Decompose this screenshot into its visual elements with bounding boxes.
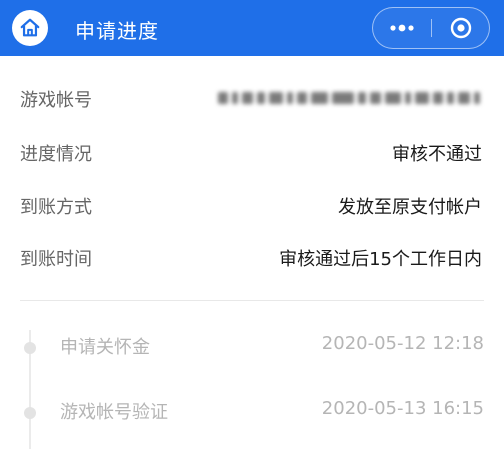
detail-value: 发放至原支付帐户 [338,197,482,218]
more-button[interactable] [373,8,431,48]
page-title: 申请进度 [75,19,159,43]
timeline-dot [24,342,36,354]
timeline-label: 游戏帐号验证 [60,402,168,423]
timeline-item: 游戏帐号验证 2020-05-13 16:15 [0,398,504,426]
detail-value: 审核不通过 [392,144,482,165]
detail-label: 游戏帐号 [20,90,92,111]
timeline-time: 2020-05-13 16:15 [321,398,484,419]
capsule-menu [372,7,490,49]
detail-label: 到账方式 [20,197,92,218]
close-button[interactable] [432,8,489,48]
blurred-account-value [218,90,480,106]
close-circle-icon [450,17,471,39]
top-bar: 申请进度 [0,0,504,56]
detail-label: 到账时间 [20,249,92,270]
detail-row-account: 游戏帐号 [0,86,504,116]
detail-label: 进度情况 [20,144,92,165]
detail-row-method: 到账方式 发放至原支付帐户 [0,193,504,223]
section-divider [20,300,484,301]
home-icon [20,18,40,37]
timeline-dot [24,407,36,419]
timeline-item: 申请关怀金 2020-05-12 12:18 [0,333,504,361]
detail-row-progress: 进度情况 审核不通过 [0,140,504,170]
timeline-label: 申请关怀金 [60,337,150,358]
more-dots-icon [390,24,414,32]
home-button[interactable] [12,10,48,46]
detail-row-time: 到账时间 审核通过后15个工作日内 [0,245,504,275]
timeline-time: 2020-05-12 12:18 [321,333,484,354]
detail-value: 审核通过后15个工作日内 [279,249,482,270]
